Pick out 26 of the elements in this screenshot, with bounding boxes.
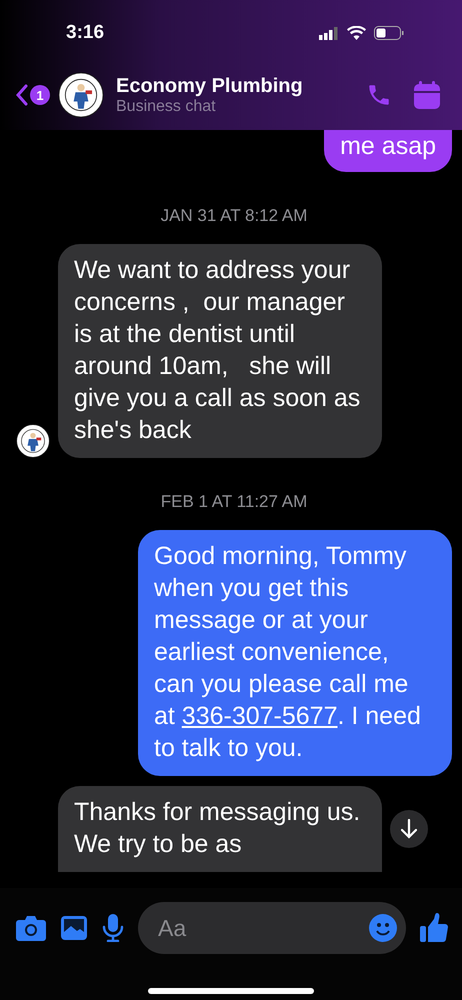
- date-divider: JAN 31 AT 8:12 AM: [160, 206, 308, 226]
- back-button[interactable]: 1: [16, 84, 50, 106]
- chevron-left-icon: [16, 84, 28, 106]
- signal-icon: [319, 26, 339, 40]
- battery-icon: [374, 26, 404, 40]
- message-bubble: Thanks for messaging us. We try to be as: [58, 786, 382, 872]
- chat-subtitle: Business chat: [116, 98, 217, 116]
- thumbs-up-icon[interactable]: [420, 913, 448, 943]
- wifi-icon: [347, 26, 366, 40]
- business-logo: [58, 72, 104, 118]
- message-bubble: Good morning, Tommy when you get this message or at your earliest convenience, can you please call me at 336-307-5677. I need to talk to you.: [138, 530, 452, 776]
- phone-link[interactable]: 336-307-5677: [182, 702, 338, 730]
- scroll-down-button[interactable]: [390, 810, 428, 848]
- message-bubble: We want to address your concerns , our manager is at the dentist until around 10am, she will give you a call as soon as she's back: [58, 244, 382, 458]
- arrow-down-icon: [401, 819, 417, 839]
- emoji-icon[interactable]: [369, 914, 397, 942]
- microphone-icon[interactable]: [102, 914, 124, 942]
- unread-badge: 1: [30, 85, 50, 105]
- calendar-icon: [412, 80, 442, 110]
- status-time: 3:16: [66, 22, 104, 44]
- message-bubble: me asap: [324, 130, 452, 172]
- camera-icon[interactable]: [16, 915, 46, 941]
- message-input-field[interactable]: Aa: [138, 902, 406, 954]
- date-divider: FEB 1 AT 11:27 AM: [160, 492, 308, 512]
- chat-title: Economy Plumbing: [116, 74, 304, 98]
- image-icon[interactable]: [60, 915, 88, 941]
